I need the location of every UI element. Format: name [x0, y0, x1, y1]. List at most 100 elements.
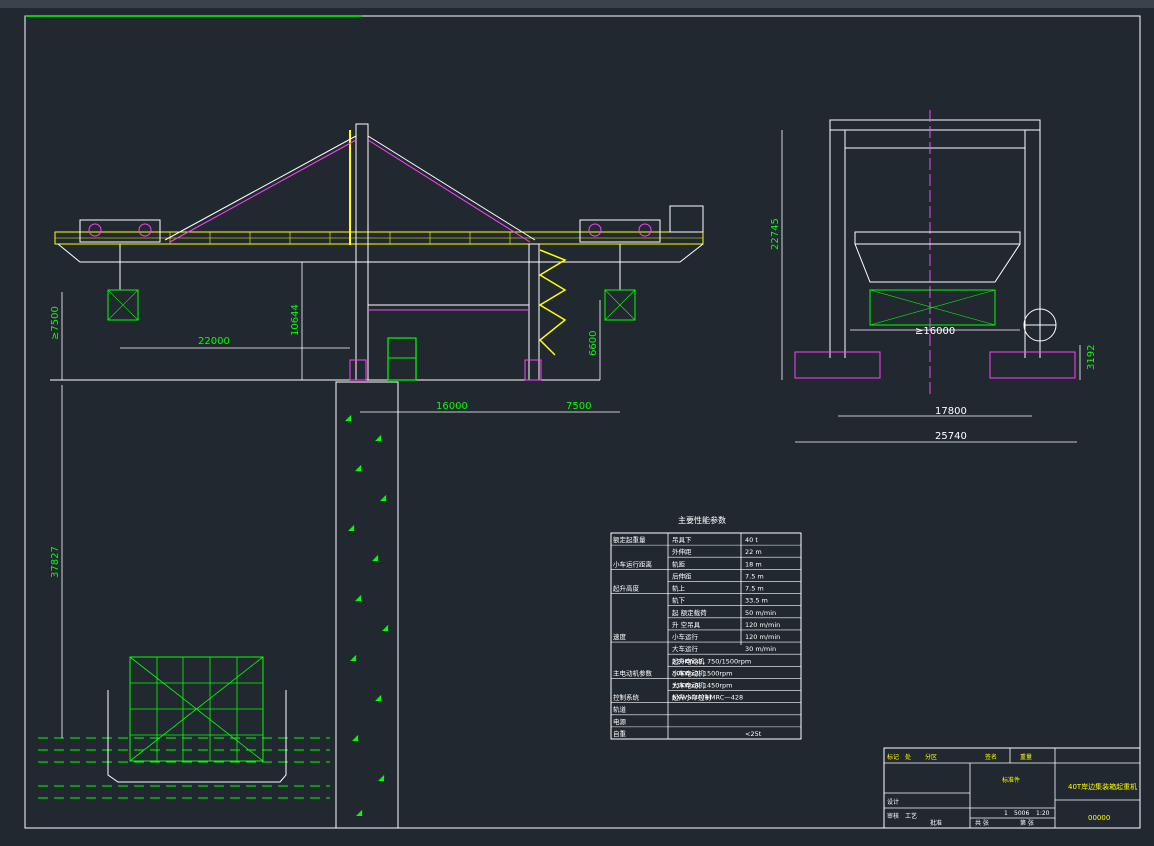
portal-frame-outer	[829, 119, 1041, 131]
dim-25740: 25740	[935, 431, 967, 442]
dim-17800: 17800	[935, 406, 967, 417]
spec-cell: 起 额定载荷	[672, 608, 707, 617]
spec-cell: 18 m	[745, 560, 762, 568]
forestay-left	[164, 135, 357, 241]
drawing-title: 40T岸边集装箱起重机	[1068, 782, 1137, 791]
drawing-code: 00000	[1088, 814, 1110, 822]
truck	[387, 337, 417, 381]
spec-cell: 额定起重量	[613, 535, 646, 544]
spec-cell: 轨上	[672, 584, 686, 593]
svg-text:◢: ◢	[356, 808, 363, 817]
ship-hull	[107, 690, 287, 783]
svg-text:◢: ◢	[382, 623, 389, 632]
sign-label-0: 设计	[887, 798, 899, 806]
dim-22745: 22745	[770, 218, 781, 250]
sign-label-3: 批准	[930, 819, 942, 827]
title-header-2: 分区	[925, 753, 937, 761]
spec-cell: 大车运行	[672, 644, 699, 653]
title-mid-label: 标准件	[1002, 776, 1020, 784]
spec-cell: 7.5 m	[745, 572, 764, 580]
spec-cell: 50 m/min	[745, 609, 776, 617]
front-view: ◢◢◢ ◢◢◢ ◢◢◢ ◢◢◢ ◢ ≥7500 22000 10644 6600…	[38, 123, 704, 829]
dim-22000: 22000	[198, 336, 230, 347]
svg-text:◢: ◢	[380, 493, 387, 502]
spec-cell: 220KWx2, 750/1500rpm	[672, 657, 751, 665]
dim-7500: 7500	[566, 401, 591, 412]
spec-cell: 11KWx8, 1450rpm	[672, 682, 733, 690]
side-view: 22745 ≥16000 3192 17800 25740	[770, 110, 1097, 443]
dim-left-7500: ≥7500	[50, 306, 61, 340]
spec-cell: 后伸距	[672, 571, 692, 580]
spec-cell: 120 m/min	[745, 621, 780, 629]
side-dim-lines	[781, 130, 1081, 443]
spec-cell: 轨距	[672, 559, 686, 568]
side-hopper	[854, 243, 1021, 283]
dim-16000: 16000	[436, 401, 468, 412]
title-header-4: 签名	[985, 753, 997, 761]
spec-cell: 30KWx2, 1500rpm	[672, 669, 733, 677]
spec-cell: 轨下	[672, 596, 686, 605]
sign-label-1: 审核	[887, 812, 899, 820]
spec-cell: 7.5 m	[745, 585, 764, 593]
spec-cell: 升 空吊具	[672, 620, 701, 629]
apex-tower	[355, 123, 369, 381]
stairway	[538, 249, 567, 356]
drawing-frame	[24, 15, 1141, 829]
spec-cell: 外伸距	[672, 547, 692, 556]
front-dim-lines	[61, 262, 620, 738]
spec-cell: 主电动机参数	[613, 668, 653, 677]
quay-wall	[335, 381, 399, 829]
forestay-left-2	[169, 139, 357, 243]
svg-text:◢: ◢	[355, 463, 362, 472]
svg-text:◢: ◢	[348, 523, 355, 532]
spec-cell: 控制系统	[613, 693, 640, 702]
sign-right-0: 共 张	[975, 819, 989, 827]
svg-text:◢: ◢	[352, 733, 359, 742]
svg-text:◢: ◢	[378, 773, 385, 782]
spec-table: 主要性能参数 额定起重量 吊具下 40 t 外伸距 22 m 小车运行距离 轨距 18 m 后伸…	[610, 515, 802, 740]
spec-cell: 轨道	[613, 705, 627, 714]
spec-cell: <25t	[745, 730, 762, 738]
backstay-right-2	[367, 139, 531, 243]
sign-label-2: 工艺	[905, 812, 917, 820]
spec-cell: 自重	[613, 729, 627, 738]
spec-cell: 起升高度	[613, 584, 640, 593]
svg-text:◢: ◢	[375, 693, 382, 702]
svg-text:◢: ◢	[355, 593, 362, 602]
spec-cell: 小车运行距离	[613, 559, 653, 568]
cad-drawing-canvas[interactable]: ◢◢◢ ◢◢◢ ◢◢◢ ◢◢◢ ◢ ≥7500 22000 10644 6600…	[0, 0, 1154, 846]
spec-cell: 速度	[613, 632, 627, 641]
spec-cell: 吊具下	[672, 536, 692, 544]
dim-side-16000: ≥16000	[915, 326, 955, 337]
svg-text:◢: ◢	[372, 553, 379, 562]
machinery-house	[669, 205, 704, 233]
dim-6600: 6600	[588, 331, 599, 356]
side-bogie-right	[989, 351, 1076, 379]
title-sheet-num: 1	[1004, 810, 1008, 817]
svg-text:◢: ◢	[350, 653, 357, 662]
sign-right-1: 第 张	[1020, 819, 1034, 827]
spec-cell: 120 m/min	[745, 633, 780, 641]
spec-table-title: 主要性能参数	[678, 515, 726, 525]
spec-cell: 电源	[613, 717, 627, 726]
spec-cell: 6XWS(36)+MRC—428	[672, 694, 743, 702]
lower-girder	[57, 243, 704, 263]
container-grid	[129, 656, 264, 762]
trolley-left	[79, 219, 161, 321]
bogie-front	[349, 359, 367, 381]
backstay-right	[367, 135, 536, 241]
trolley-right	[579, 219, 661, 321]
spec-cell: 小车运行	[672, 632, 699, 641]
spec-cell: 33.5 m	[745, 597, 768, 605]
title-block: 标记 处 分区 签名 重量 标准件 1:20 1 5006 40T岸边集装箱起重…	[883, 747, 1141, 829]
spec-cell: 40 t	[745, 536, 758, 544]
soil-hatch: ◢ ◢ ◢ ◢ ◢ ◢ ◢ ◢ ◢ ◢ ◢ ◢ ◢	[345, 413, 389, 817]
spec-cell: 30 m/min	[745, 645, 776, 653]
title-header-0: 标记	[887, 753, 899, 761]
title-header-1: 处	[905, 753, 911, 761]
side-trolley	[854, 231, 1021, 245]
svg-text:◢: ◢	[345, 413, 352, 422]
dim-37827: 37827	[50, 546, 61, 578]
spec-cell: 22 m	[745, 548, 762, 556]
dim-10644: 10644	[290, 304, 301, 336]
